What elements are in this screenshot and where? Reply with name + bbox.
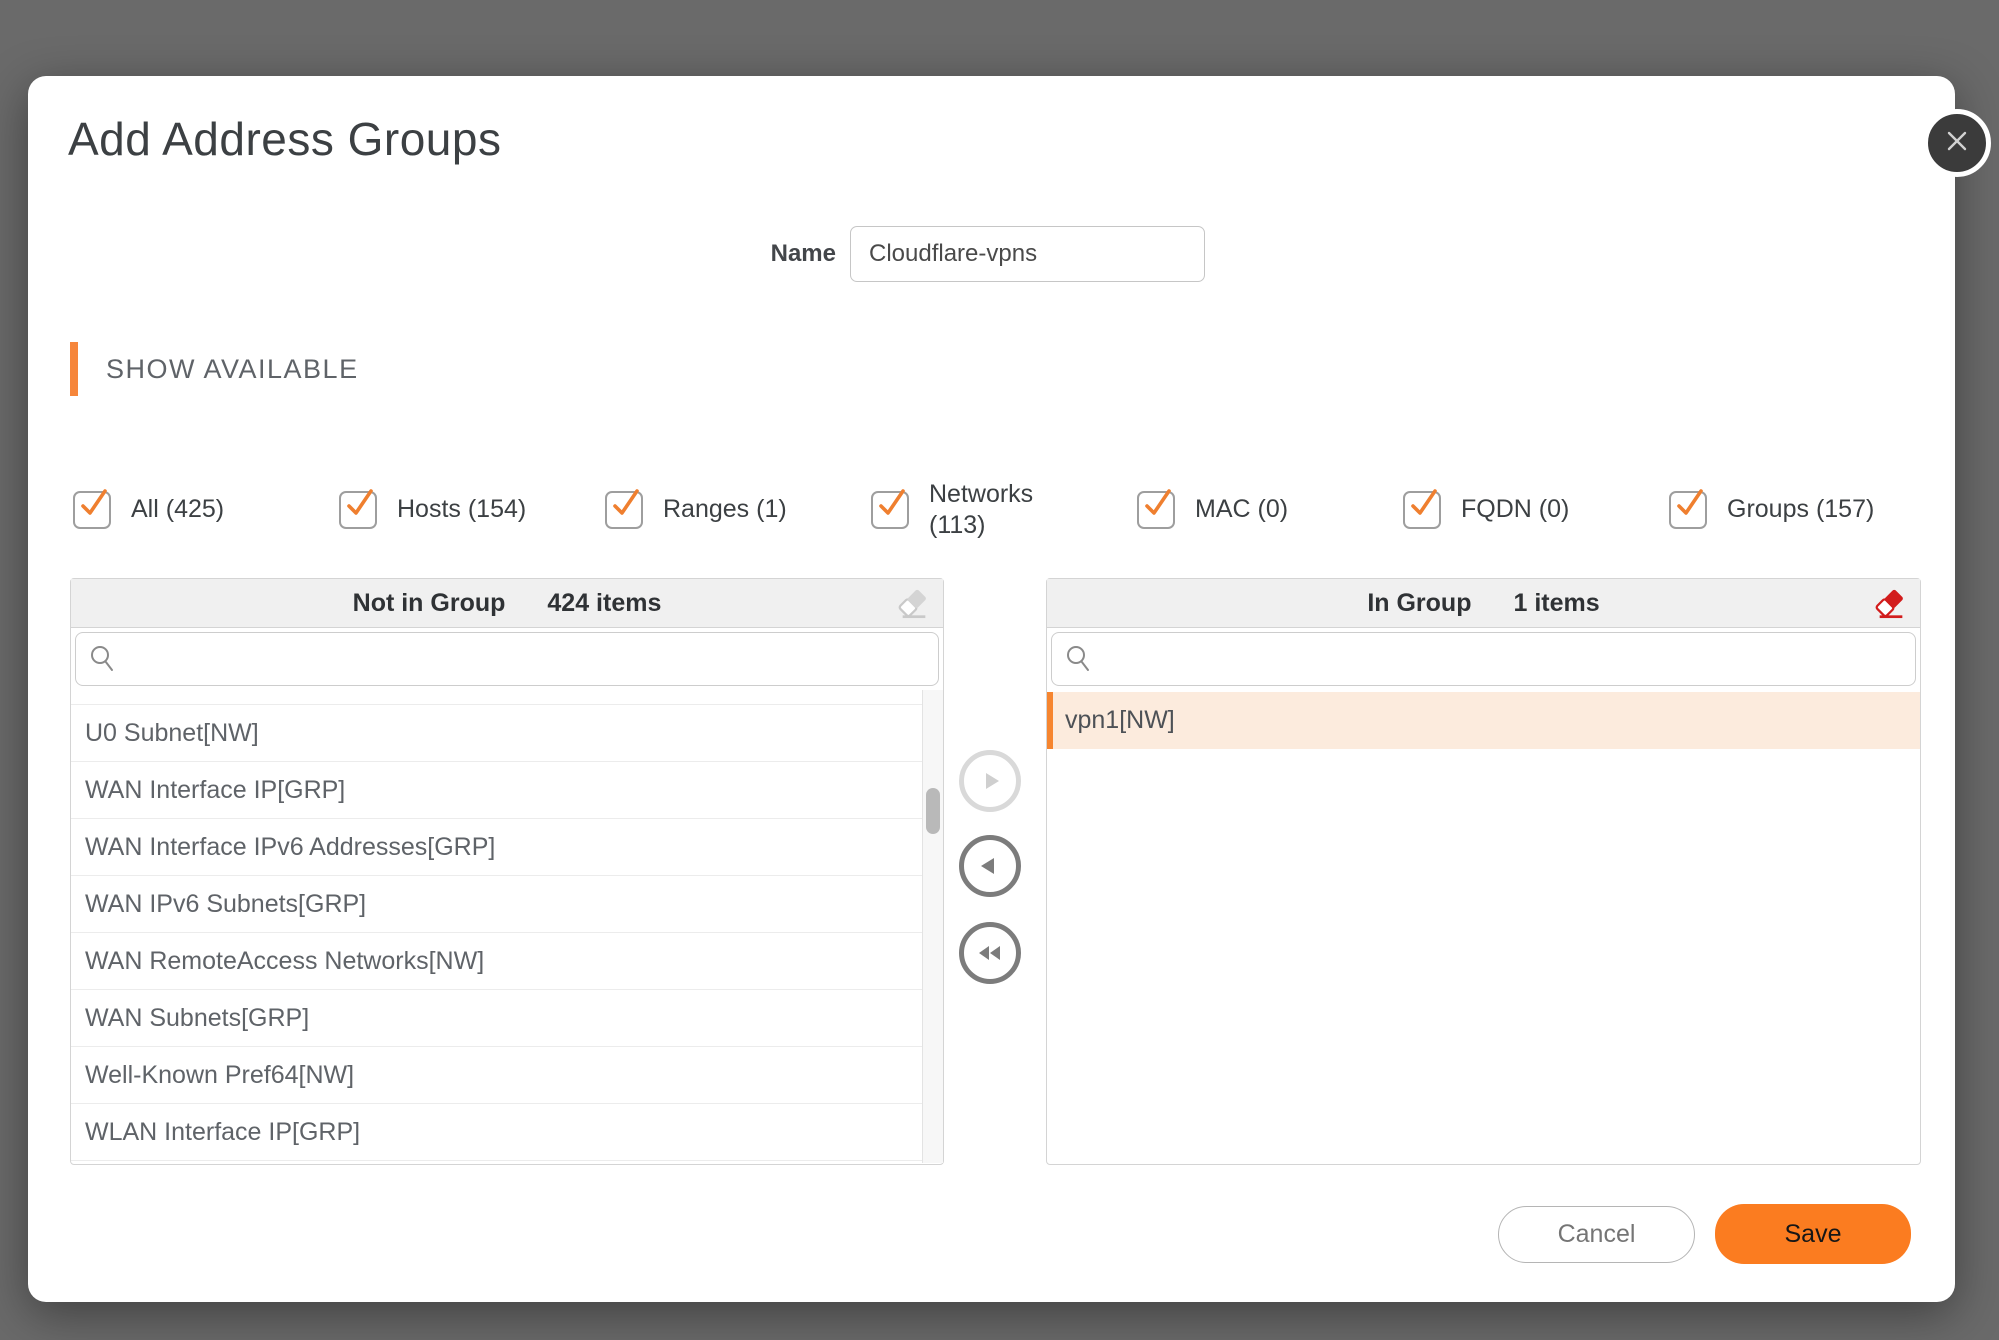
check-icon: [1140, 486, 1174, 522]
list-item[interactable]: WAN IPv6 Subnets[GRP]: [71, 876, 923, 933]
panel-title: In Group: [1367, 589, 1471, 618]
scrollbar-thumb[interactable]: [926, 788, 940, 834]
move-right-button[interactable]: [959, 750, 1021, 812]
in-group-list: vpn1[NW]: [1047, 690, 1920, 1163]
arrow-left-icon: [974, 850, 1006, 882]
scrollbar-track[interactable]: [922, 690, 943, 1163]
name-input[interactable]: [850, 226, 1205, 282]
list-item-label: vpn1[NW]: [1065, 706, 1175, 735]
not-in-group-header: Not in Group 424 items: [71, 579, 943, 628]
show-available-section: SHOW AVAILABLE: [70, 342, 359, 396]
search-input[interactable]: [1102, 633, 1905, 685]
list-item[interactable]: WAN Interface IPv6 Addresses[GRP]: [71, 819, 923, 876]
checkbox-mac[interactable]: [1137, 491, 1175, 529]
section-heading: SHOW AVAILABLE: [106, 354, 359, 385]
check-icon: [608, 486, 642, 522]
arrow-right-icon: [974, 765, 1006, 797]
panel-item-count: 1 items: [1513, 589, 1599, 618]
in-group-searchbox: [1051, 632, 1916, 686]
section-accent-bar: [70, 342, 78, 396]
add-address-groups-dialog: Add Address Groups Name SHOW AVAILABLE A…: [28, 76, 1955, 1302]
eraser-icon: [1874, 587, 1908, 621]
list-item-selected[interactable]: vpn1[NW]: [1047, 692, 1920, 749]
search-icon: [1064, 644, 1094, 679]
in-group-panel: In Group 1 items: [1046, 578, 1921, 1165]
filter-label: All (425): [131, 494, 224, 525]
close-button[interactable]: [1923, 109, 1991, 177]
in-group-header: In Group 1 items: [1047, 579, 1920, 628]
close-icon: [1944, 128, 1970, 159]
filter-ranges: Ranges (1): [605, 472, 871, 548]
clear-group-button[interactable]: [1874, 587, 1908, 621]
not-in-group-panel: Not in Group 424 items: [70, 578, 944, 1165]
clear-selection-button[interactable]: [897, 587, 931, 621]
list-item[interactable]: Well-Known Pref64[NW]: [71, 1047, 923, 1104]
check-icon: [76, 486, 110, 522]
filter-groups: Groups (157): [1669, 472, 1935, 548]
list-item[interactable]: WAN RemoteAccess Networks[NW]: [71, 933, 923, 990]
checkbox-all[interactable]: [73, 491, 111, 529]
save-button[interactable]: Save: [1715, 1204, 1911, 1264]
filter-label: MAC (0): [1195, 494, 1288, 525]
dialog-title: Add Address Groups: [68, 112, 501, 166]
checkbox-networks[interactable]: [871, 491, 909, 529]
filter-networks: Networks (113): [871, 472, 1137, 548]
list-item[interactable]: WAN Subnets[GRP]: [71, 990, 923, 1047]
filter-all: All (425): [73, 472, 339, 548]
double-arrow-left-icon: [974, 937, 1006, 969]
filter-label: Networks (113): [929, 479, 1049, 542]
panel-title: Not in Group: [353, 589, 506, 618]
checkbox-groups[interactable]: [1669, 491, 1707, 529]
filter-fqdn: FQDN (0): [1403, 472, 1669, 548]
filter-label: Groups (157): [1727, 494, 1874, 525]
eraser-icon: [897, 587, 931, 621]
list-item[interactable]: WAN Interface IP[GRP]: [71, 762, 923, 819]
filter-label: Ranges (1): [663, 494, 787, 525]
filter-mac: MAC (0): [1137, 472, 1403, 548]
filter-label: Hosts (154): [397, 494, 526, 525]
not-in-group-list: U0 Subnet[NW] WAN Interface IP[GRP] WAN …: [71, 690, 943, 1163]
list-item[interactable]: U0 Subnet[NW]: [71, 705, 923, 762]
check-icon: [874, 486, 908, 522]
type-filter-row: All (425) Hosts (154) Ranges (1) Network…: [73, 472, 1953, 548]
filter-label: FQDN (0): [1461, 494, 1569, 525]
move-left-button[interactable]: [959, 835, 1021, 897]
filter-hosts: Hosts (154): [339, 472, 605, 548]
check-icon: [1672, 486, 1706, 522]
checkbox-ranges[interactable]: [605, 491, 643, 529]
check-icon: [1406, 486, 1440, 522]
checkbox-fqdn[interactable]: [1403, 491, 1441, 529]
search-icon: [88, 644, 118, 679]
list-item[interactable]: WLAN Interface IP[GRP]: [71, 1104, 923, 1161]
check-icon: [342, 486, 376, 522]
selected-accent-bar: [1047, 692, 1053, 749]
cancel-button[interactable]: Cancel: [1498, 1206, 1695, 1263]
not-in-group-searchbox: [75, 632, 939, 686]
panel-item-count: 424 items: [547, 589, 661, 618]
name-label: Name: [736, 240, 836, 268]
move-all-left-button[interactable]: [959, 922, 1021, 984]
partial-row: [71, 690, 923, 705]
checkbox-hosts[interactable]: [339, 491, 377, 529]
search-input[interactable]: [126, 633, 928, 685]
